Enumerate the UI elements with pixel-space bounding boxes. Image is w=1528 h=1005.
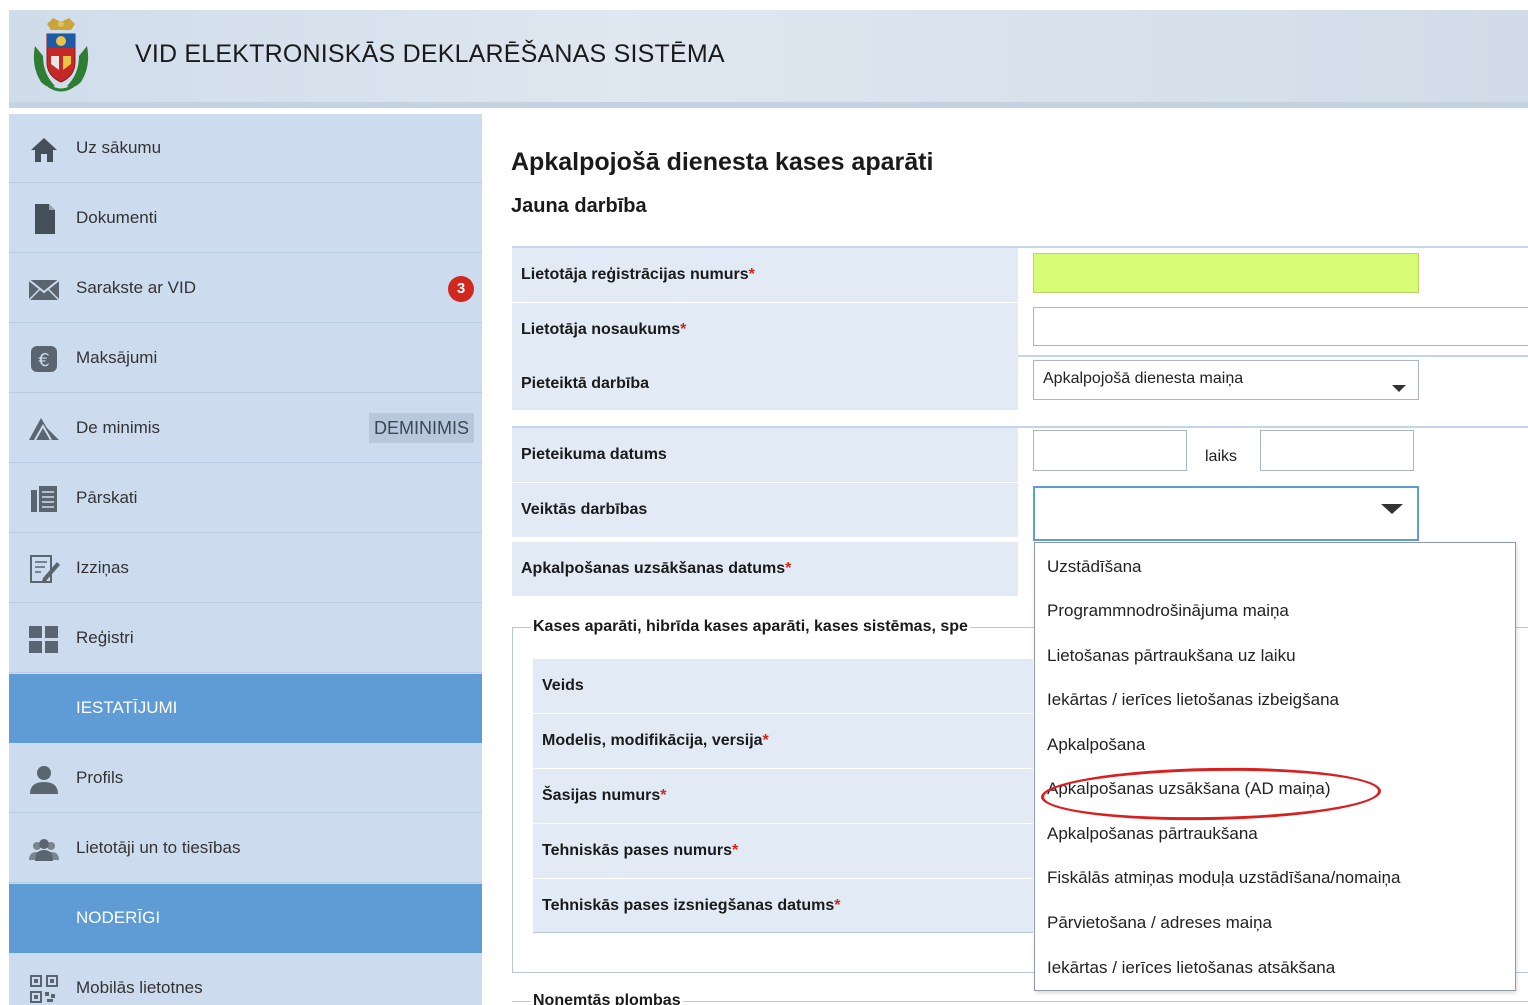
- dropdown-option[interactable]: Lietošanas pārtraukšana uz laiku: [1047, 646, 1296, 666]
- application-date-input[interactable]: [1033, 430, 1187, 471]
- qr-code-icon: [30, 975, 58, 1003]
- requested-action-value: Apkalpojošā dienesta maiņa: [1043, 370, 1244, 387]
- sidebar: Uz sākumu Dokumenti Sarakste ar VID 3 €: [9, 114, 482, 1005]
- unread-count-badge: 3: [448, 276, 474, 302]
- device-type-label: Veids: [533, 659, 1033, 713]
- page-title: Apkalpojošā dienesta kases aparāti: [511, 148, 934, 176]
- dropdown-option[interactable]: Fiskālās atmiņas moduļa uzstādīšana/noma…: [1047, 868, 1400, 888]
- user-reg-number-input[interactable]: [1033, 253, 1419, 293]
- time-label: laiks: [1205, 448, 1238, 465]
- tech-passport-date-label: Tehniskās pases izsniegšanas datums *: [533, 879, 1033, 933]
- divider: [1018, 355, 1528, 357]
- sidebar-item-documents[interactable]: Dokumenti: [9, 184, 482, 253]
- sidebar-item-label: Reģistri: [76, 628, 134, 647]
- envelope-icon: [28, 279, 60, 301]
- dropdown-option[interactable]: Apkalpošanas pārtraukšana: [1047, 824, 1258, 844]
- application-time-input[interactable]: [1260, 430, 1414, 471]
- sidebar-item-registers[interactable]: Reģistri: [9, 604, 482, 673]
- service-start-date-label: Apkalpošanas uzsākšanas datums *: [512, 542, 1018, 596]
- user-name-input[interactable]: [1033, 307, 1528, 346]
- sidebar-item-mobile-apps[interactable]: Mobilās lietotnes: [9, 954, 482, 1005]
- sidebar-item-label: Mobilās lietotnes: [76, 978, 203, 997]
- dropdown-option[interactable]: Apkalpošanas uzsākšana (AD maiņa): [1047, 779, 1330, 799]
- dropdown-option[interactable]: Iekārtas / ierīces lietošanas atsākšana: [1047, 958, 1335, 978]
- users-icon: [29, 839, 59, 861]
- document-icon: [35, 204, 55, 234]
- app-title: VID ELEKTRONISKĀS DEKLARĒŠANAS SISTĒMA: [135, 40, 725, 68]
- dropdown-option[interactable]: Uzstādīšana: [1047, 557, 1142, 577]
- divider: [1018, 246, 1528, 248]
- sidebar-item-label: Dokumenti: [76, 208, 158, 227]
- chassis-number-label: Šasijas numurs *: [533, 769, 1033, 823]
- euro-icon: €: [31, 346, 57, 372]
- sidebar-item-payments[interactable]: € Maksājumi: [9, 324, 482, 393]
- app-header: VID ELEKTRONISKĀS DEKLARĒŠANAS SISTĒMA: [9, 10, 1528, 108]
- sidebar-item-label: Profils: [76, 768, 124, 787]
- sidebar-item-label: Sarakste ar VID: [76, 278, 196, 297]
- sidebar-item-users-rights[interactable]: Lietotāji un to tiesības: [9, 814, 482, 883]
- sidebar-section-settings[interactable]: IESTATĪJUMI: [9, 674, 482, 743]
- user-reg-number-label: Lietotāja reģistrācijas numurs *: [512, 248, 1018, 302]
- sidebar-item-label: De minimis: [76, 418, 161, 437]
- sidebar-item-label: Pārskati: [76, 488, 138, 507]
- requested-action-select[interactable]: Apkalpojošā dienesta maiņa: [1033, 360, 1419, 400]
- sidebar-item-statements[interactable]: Izziņas: [9, 534, 482, 603]
- sidebar-item-label: Maksājumi: [76, 348, 158, 367]
- dropdown-option[interactable]: Apkalpošana: [1047, 735, 1145, 755]
- sidebar-item-correspondence[interactable]: Sarakste ar VID 3: [9, 254, 482, 323]
- performed-actions-dropdown[interactable]: Uzstādīšana Programmnodrošinājuma maiņa …: [1034, 542, 1516, 991]
- chevron-down-icon: [1381, 504, 1403, 514]
- chevron-down-icon: [1392, 385, 1406, 392]
- deminimis-tag: DEMINIMIS: [368, 413, 474, 443]
- dropdown-option[interactable]: Iekārtas / ierīces lietošanas izbeigšana: [1047, 690, 1339, 710]
- requested-action-label: Pieteiktā darbība: [512, 357, 1018, 410]
- latvia-coat-of-arms-icon: [33, 18, 89, 92]
- sidebar-item-label: Uz sākumu: [76, 138, 162, 157]
- sidebar-item-reports[interactable]: Pārskati: [9, 464, 482, 533]
- application-date-label: Pieteikuma datums: [512, 428, 1018, 482]
- sidebar-section-label: NODERĪGI: [76, 908, 161, 927]
- sidebar-item-de-minimis[interactable]: De minimis DEMINIMIS: [9, 394, 482, 463]
- grid-icon: [29, 626, 58, 653]
- user-name-label: Lietotāja nosaukums *: [512, 303, 1018, 357]
- svg-text:€: €: [38, 350, 49, 371]
- divider: [533, 932, 1033, 933]
- de-minimis-icon: [29, 418, 59, 441]
- sidebar-item-label: Izziņas: [76, 558, 129, 577]
- dropdown-option[interactable]: Pārvietošana / adreses maiņa: [1047, 913, 1272, 933]
- sidebar-section-useful[interactable]: NODERĪGI: [9, 884, 482, 953]
- user-icon: [30, 766, 58, 794]
- performed-actions-select[interactable]: [1033, 486, 1419, 541]
- certificate-edit-icon: [30, 555, 60, 583]
- performed-actions-label: Veiktās darbības: [512, 483, 1018, 537]
- home-icon: [31, 138, 57, 162]
- tech-passport-number-label: Tehniskās pases numurs *: [533, 824, 1033, 878]
- devices-fieldset-legend: Kases aparāti, hibrīda kases aparāti, ka…: [531, 618, 970, 636]
- dropdown-option[interactable]: Programmnodrošinājuma maiņa: [1047, 601, 1289, 621]
- sidebar-section-label: IESTATĪJUMI: [76, 698, 178, 717]
- device-model-label: Modelis, modifikācija, versija *: [533, 714, 1033, 768]
- seals-fieldset-legend: Noņemtās plombas: [531, 992, 683, 1005]
- sidebar-item-label: Lietotāji un to tiesības: [76, 838, 241, 857]
- page-subtitle: Jauna darbība: [511, 195, 647, 217]
- reports-icon: [31, 486, 57, 512]
- sidebar-item-profile[interactable]: Profils: [9, 744, 482, 813]
- sidebar-item-home[interactable]: Uz sākumu: [9, 114, 482, 183]
